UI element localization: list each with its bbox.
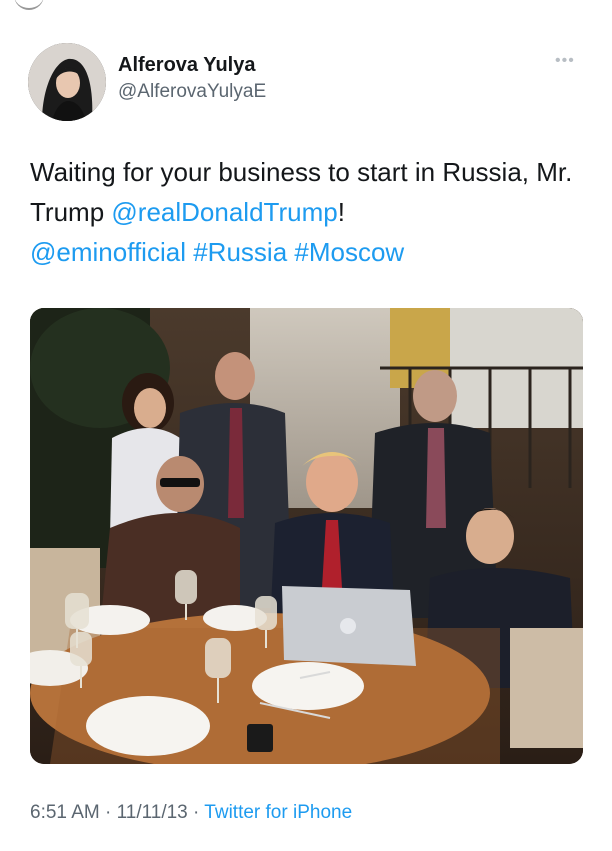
meta-separator: ·	[193, 802, 200, 823]
tweet-source[interactable]: Twitter for iPhone	[204, 802, 352, 823]
hashtag-moscow[interactable]: #Moscow	[294, 237, 404, 267]
display-name[interactable]: Alferova Yulya	[118, 54, 255, 77]
user-handle[interactable]: @AlferovaYulyaE	[118, 81, 266, 103]
mention-eminofficial[interactable]: @eminofficial	[30, 237, 186, 267]
tweet-time[interactable]: 6:51 AM	[30, 802, 100, 823]
meta-separator: ·	[105, 802, 112, 823]
tweet-media-photo[interactable]	[30, 308, 583, 764]
avatar[interactable]	[28, 43, 106, 121]
avatar-photo	[28, 43, 106, 121]
more-dots-icon[interactable]: •••	[555, 52, 575, 70]
mention-realdonaldtrump[interactable]: @realDonaldTrump	[111, 197, 337, 227]
tweet-text: Waiting for your business to start in Ru…	[30, 152, 590, 272]
hashtag-russia[interactable]: #Russia	[193, 237, 287, 267]
tweet-meta: 6:51 AM · 11/11/13 · Twitter for iPhone	[30, 802, 352, 824]
tweet-date[interactable]: 11/11/13	[117, 802, 188, 823]
tweet-text-punct: !	[337, 197, 345, 227]
photo-restaurant-scene	[30, 308, 583, 764]
top-decoration	[14, 0, 44, 10]
